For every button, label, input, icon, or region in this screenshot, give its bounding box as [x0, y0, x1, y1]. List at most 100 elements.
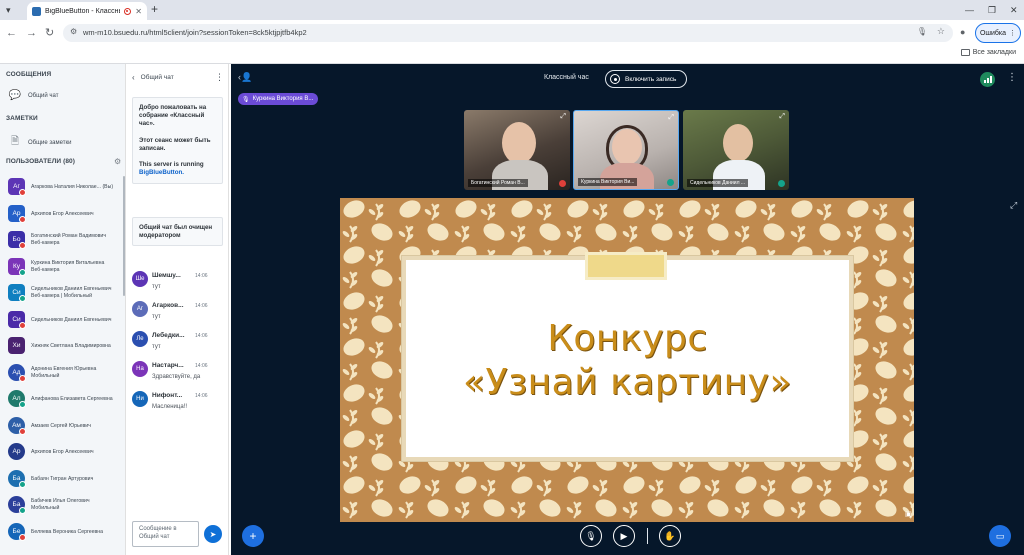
- user-name: Бабичев Илья Олегович: [31, 498, 90, 504]
- audio-status-icon: [19, 268, 26, 276]
- audio-status-icon: [19, 427, 26, 435]
- user-list-item[interactable]: Ал Алифанова Елизавета Сергеевна: [0, 386, 122, 412]
- slide-title-line2: «Узнай картину»: [463, 362, 792, 403]
- message-time: 14:06: [195, 333, 208, 339]
- minimize-presentation-icon[interactable]: ▣: [905, 510, 912, 518]
- presentation-toggle-button[interactable]: ▭: [989, 525, 1011, 547]
- user-list-item[interactable]: Ар Архипов Егор Алексеевич: [0, 201, 122, 227]
- video-tile[interactable]: ⤢ Сидельников Даниил ...: [683, 110, 789, 190]
- mic-status-icon: [559, 180, 566, 187]
- raise-hand-button[interactable]: ✋: [659, 525, 681, 547]
- back-icon[interactable]: ←: [6, 26, 17, 40]
- close-tab-icon[interactable]: ✕: [135, 7, 142, 16]
- screen-icon: ▭: [995, 530, 1005, 541]
- user-list-item[interactable]: Ку Куркина Виктория Витальевна Веб-камера: [0, 254, 122, 280]
- toggle-user-list-icon[interactable]: ‹👤: [238, 72, 252, 83]
- user-name: Куркина Виктория Витальевна: [31, 259, 105, 266]
- bookmarks-bar: Все закладки: [0, 46, 1024, 64]
- user-list-item[interactable]: Хи Хижняк Светлана Владимировна: [0, 333, 122, 359]
- sidebar-item-public-chat[interactable]: 💬 Общий чат: [8, 90, 59, 101]
- user-list-scrollbar[interactable]: [123, 176, 125, 296]
- user-sidebar: СООБЩЕНИЯ 💬 Общий чат ЗАМЕТКИ 🗎 Общие за…: [0, 64, 126, 555]
- fullscreen-presentation-icon[interactable]: ⤢: [1010, 200, 1017, 211]
- all-bookmarks-button[interactable]: Все закладки: [960, 49, 1016, 56]
- new-tab-icon[interactable]: +: [151, 2, 158, 16]
- send-message-button[interactable]: ➤: [204, 525, 222, 543]
- presentation-slide[interactable]: Конкурс «Узнай картину»: [340, 198, 914, 522]
- fullscreen-icon[interactable]: ⤢: [560, 113, 566, 121]
- avatar: На: [132, 361, 148, 377]
- user-status: Веб-камера | Мобильный: [31, 293, 93, 299]
- recording-warning: Этот сеанс может быть записан.: [139, 136, 211, 152]
- user-options-gear-icon[interactable]: ⚙: [114, 157, 121, 166]
- close-window-icon[interactable]: ✕: [1010, 3, 1018, 17]
- audio-status-icon: [19, 374, 26, 382]
- browser-tab[interactable]: BigBlueButton - Классный ✕: [27, 2, 147, 20]
- sidebar-item-label: Общие заметки: [28, 139, 72, 146]
- user-list-item[interactable]: Бе Беляева Вероника Сергеевна: [0, 519, 122, 545]
- user-name: Бабаян Тигран Артурович: [31, 475, 94, 482]
- welcome-text: Добро пожаловать на собрание «Классный ч…: [139, 104, 207, 128]
- reload-icon[interactable]: ↻: [45, 26, 54, 40]
- fullscreen-icon[interactable]: ⤢: [779, 113, 785, 121]
- actions-plus-button[interactable]: +: [242, 525, 264, 547]
- user-list-item[interactable]: Си Сидельников Даниил Евгеньевич: [0, 307, 122, 333]
- fullscreen-icon[interactable]: ⤢: [668, 114, 674, 122]
- record-icon: [610, 74, 620, 84]
- video-user-name: Богатинский Роман В...: [468, 179, 528, 187]
- chat-cleared-text: Общий чат был очищен модератором: [139, 224, 213, 240]
- avatar: Ар: [8, 443, 25, 460]
- start-recording-button[interactable]: Включить запись: [605, 70, 687, 88]
- tab-search-icon[interactable]: ▾: [6, 3, 11, 17]
- message-time: 14:06: [195, 363, 208, 369]
- talking-indicator[interactable]: 🎙 Куркина Виктория В...: [238, 93, 319, 105]
- user-list-item[interactable]: Ар Архипов Егор Алексеевич: [0, 439, 122, 465]
- user-list-item[interactable]: Ба Бабичев Илья Олегович Мобильный: [0, 492, 122, 518]
- profile-icon[interactable]: ●: [960, 27, 965, 37]
- user-list-item[interactable]: Си Сидельников Даниил Евгеньевич Веб-камер…: [0, 280, 122, 306]
- user-list-item[interactable]: Бо Богатинский Роман Вадимович Веб-камера: [0, 227, 122, 253]
- video-tile[interactable]: ⤢ Богатинский Роман В...: [464, 110, 570, 190]
- video-tile-active[interactable]: ⤢ Куркина Виктория Ви...: [573, 110, 679, 190]
- user-name: Архипов Егор Алексеевич: [31, 210, 94, 217]
- connection-status-icon[interactable]: [980, 72, 995, 87]
- forward-icon[interactable]: →: [26, 26, 37, 40]
- user-status: Веб-камера: [31, 266, 60, 273]
- voice-search-icon[interactable]: 🎙: [917, 27, 927, 36]
- user-name: Агаркова Наталия Николае... (Вы): [31, 184, 114, 190]
- message-sender: Настарч...: [152, 362, 184, 369]
- chat-message: Аг Агарков... 14:06 тут: [132, 301, 225, 327]
- chat-options-icon[interactable]: ⋮: [215, 72, 224, 83]
- user-list-item[interactable]: Ад Адонина Евгения Юрьевна Мобильный: [0, 360, 122, 386]
- server-info: This server is running: [139, 161, 204, 169]
- chat-message-input[interactable]: Сообщение в Общий чат: [132, 521, 199, 547]
- chat-title: Общий чат: [140, 74, 174, 81]
- chat-header: ‹ Общий чат ⋮: [132, 72, 224, 83]
- message-time: 14:06: [195, 393, 208, 399]
- site-info-icon[interactable]: ⚙: [70, 27, 77, 36]
- audio-status-icon: [19, 401, 26, 408]
- restore-window-icon[interactable]: ❐: [988, 3, 996, 17]
- profile-error-button[interactable]: Ошибка ⋮: [975, 23, 1021, 43]
- user-name: Архипов Егор Алексеевич: [31, 449, 94, 455]
- participant-face: [723, 124, 753, 162]
- mic-status-icon: [778, 180, 785, 187]
- user-list-item[interactable]: Ба Бабаян Тигран Артурович: [0, 466, 122, 492]
- url-text[interactable]: wm-m10.bsuedu.ru/html5client/join?sessio…: [83, 28, 307, 37]
- chat-message: Ни Нифонт... 14:06 Масленица!!: [132, 391, 225, 417]
- avatar: Ни: [132, 391, 148, 407]
- minimize-window-icon[interactable]: —: [965, 3, 974, 17]
- bigbluebutton-link[interactable]: BigBlueButton.: [139, 169, 216, 177]
- user-list-item[interactable]: Аг Агаркова Наталия Николае... (Вы): [0, 174, 122, 200]
- notes-header: ЗАМЕТКИ: [6, 115, 38, 122]
- bigbluebutton-favicon-icon: [32, 6, 41, 16]
- chevron-left-icon[interactable]: ‹: [132, 73, 135, 82]
- more-menu-icon: ⋮: [1009, 30, 1017, 37]
- address-bar[interactable]: ⚙ wm-m10.bsuedu.ru/html5client/join?sess…: [63, 24, 953, 42]
- user-list-item[interactable]: Ам Амзаев Сергей Юрьевич: [0, 413, 122, 439]
- bookmark-star-icon[interactable]: ☆: [937, 26, 945, 37]
- mute-microphone-button[interactable]: 🎙: [580, 525, 602, 547]
- webcam-button[interactable]: ▶: [613, 525, 635, 547]
- sidebar-item-shared-notes[interactable]: 🗎 Общие заметки: [8, 134, 72, 151]
- meeting-options-icon[interactable]: ⋮: [1007, 72, 1017, 83]
